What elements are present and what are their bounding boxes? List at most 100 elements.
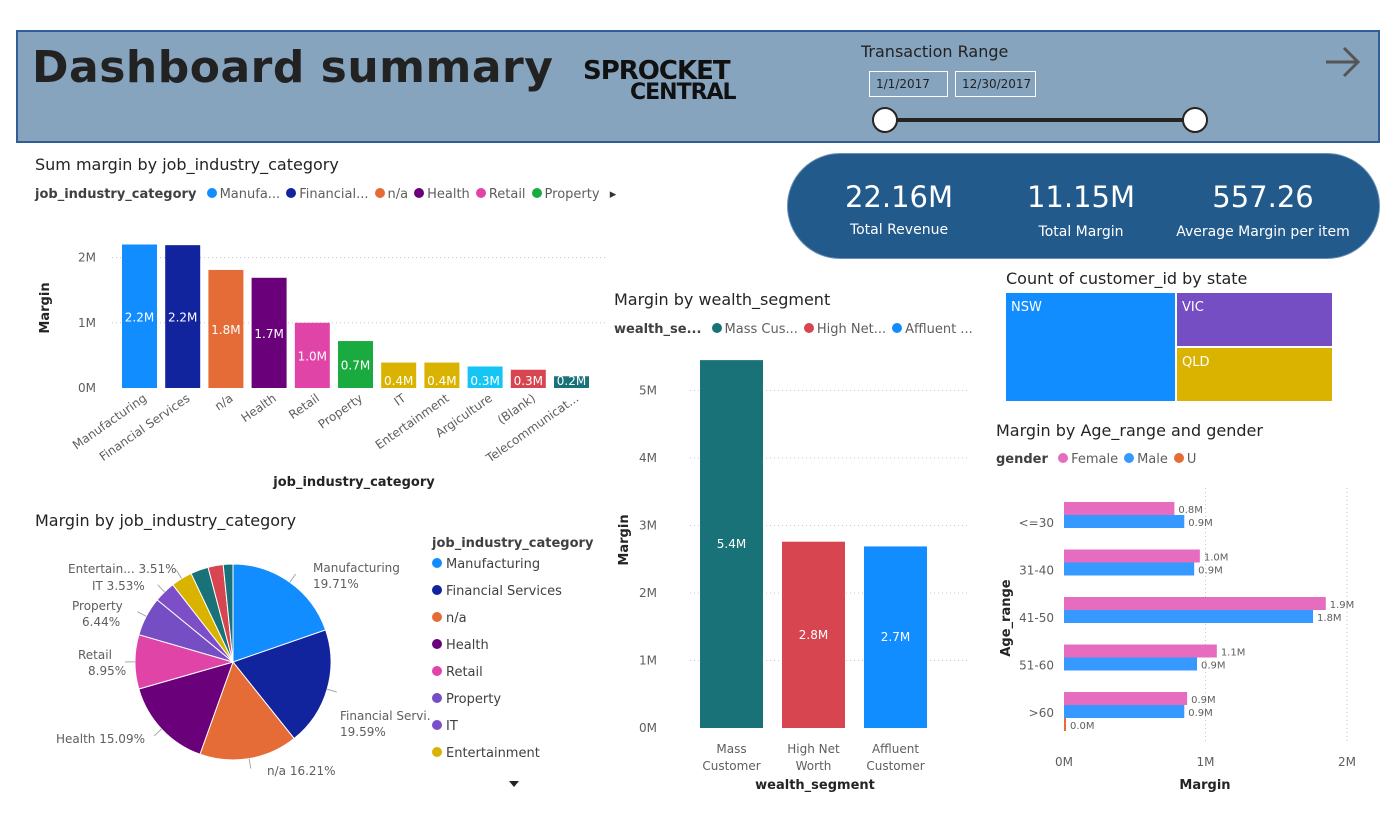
bar bbox=[1064, 718, 1066, 731]
slider-end-handle[interactable] bbox=[1182, 107, 1208, 133]
legend-item[interactable]: U bbox=[1173, 452, 1196, 467]
bar bbox=[1064, 562, 1195, 576]
scroll-down-icon[interactable] bbox=[508, 779, 520, 789]
legend-item[interactable]: Property bbox=[531, 187, 600, 202]
industry-bar-title: Sum margin by job_industry_category bbox=[35, 155, 339, 174]
data-label: 0.4M bbox=[427, 374, 456, 388]
data-label: 0.9M bbox=[1198, 566, 1223, 577]
pie-label: Financial Servi... bbox=[340, 709, 430, 723]
leader-line bbox=[157, 584, 165, 593]
legend-item[interactable]: n/a bbox=[374, 187, 408, 202]
bar bbox=[1064, 705, 1185, 718]
wealth-bar-title: Margin by wealth_segment bbox=[614, 290, 831, 309]
bar bbox=[1064, 610, 1314, 623]
age-gender-bar-chart: 0M 1M 2M <=30 0.8M 0.9M 31-40 1.0M 0.9M 41-50 1.9M… bbox=[999, 488, 1356, 793]
legend-item[interactable]: Mass Cus... bbox=[711, 322, 798, 337]
legend-dot bbox=[711, 323, 722, 333]
legend-item[interactable]: Manufacturing bbox=[432, 557, 592, 584]
x-tick-label: 2M bbox=[1338, 755, 1356, 769]
y-tick-label: 1M bbox=[639, 654, 657, 668]
x-tick-label: Health bbox=[239, 391, 279, 425]
bar bbox=[1064, 515, 1185, 528]
slider-start-handle[interactable] bbox=[872, 107, 898, 133]
date-range-slider[interactable] bbox=[868, 104, 1213, 138]
y-axis-title: Margin bbox=[617, 514, 632, 565]
industry-bar-chart: 0M1M2M2.2MManufacturing2.2MFinancial Ser… bbox=[38, 244, 605, 490]
y-tick-label: <=30 bbox=[1019, 516, 1054, 530]
legend-item[interactable]: Financial Services bbox=[432, 584, 592, 611]
data-label: 1.7M bbox=[254, 327, 283, 341]
y-tick-label: 31-40 bbox=[1019, 564, 1054, 578]
legend-item[interactable]: n/a bbox=[432, 611, 592, 638]
arrow-right-icon[interactable] bbox=[1320, 42, 1364, 82]
leader-line bbox=[248, 758, 252, 769]
legend-dot bbox=[432, 666, 442, 676]
pie-label: Health 15.09% bbox=[56, 732, 145, 746]
x-tick-label: Entertainment bbox=[373, 391, 452, 452]
data-label: 0.9M bbox=[1191, 695, 1216, 706]
legend-item[interactable]: Property bbox=[432, 692, 592, 719]
legend-label: Male bbox=[1137, 452, 1168, 467]
legend-dot bbox=[286, 188, 297, 198]
data-label: 2.7M bbox=[881, 630, 910, 644]
legend-item[interactable]: Male bbox=[1124, 452, 1168, 467]
y-tick-label: 41-50 bbox=[1019, 611, 1054, 625]
data-label: 0.4M bbox=[384, 374, 413, 388]
data-label: 0.0M bbox=[1070, 721, 1095, 732]
x-tick-label: 0M bbox=[1055, 755, 1073, 769]
legend-label: Manufa... bbox=[219, 187, 281, 202]
legend-item[interactable]: Health bbox=[414, 187, 470, 202]
legend-title: wealth_se... bbox=[614, 322, 702, 337]
x-axis-title: Margin bbox=[1179, 778, 1230, 793]
pie-label: Entertain... 3.51% bbox=[68, 562, 177, 576]
leader-line bbox=[326, 688, 337, 693]
pie-label-value: 19.59% bbox=[340, 725, 386, 739]
legend-title: gender bbox=[996, 452, 1048, 467]
legend-item[interactable]: High Net... bbox=[803, 322, 886, 337]
x-axis-title: job_industry_category bbox=[272, 475, 435, 490]
end-date-input[interactable]: 12/30/2017 bbox=[955, 71, 1036, 97]
legend-item[interactable]: Manufa... bbox=[206, 187, 281, 202]
x-tick-label: Customer bbox=[866, 759, 924, 773]
start-date-input[interactable]: 1/1/2017 bbox=[869, 71, 948, 97]
sprocket-central-logo: SPROCKET CENTRAL bbox=[583, 56, 737, 101]
legend-label: Property bbox=[544, 187, 600, 202]
legend-item[interactable]: IT bbox=[432, 719, 592, 746]
pie-label: Retail bbox=[78, 648, 112, 662]
legend-label: Property bbox=[446, 692, 502, 707]
x-axis-title: wealth_segment bbox=[755, 778, 875, 793]
legend-item[interactable]: Female bbox=[1058, 452, 1118, 467]
total-revenue-value: 22.16M bbox=[844, 180, 954, 214]
bar bbox=[1064, 549, 1200, 563]
bar bbox=[1064, 657, 1198, 671]
legend-item[interactable]: Retail bbox=[475, 187, 526, 202]
legend-item[interactable]: Retail bbox=[432, 665, 592, 692]
legend-label: Financial... bbox=[299, 187, 369, 202]
industry-bar-legend: job_industry_category Manufa... Financial… bbox=[35, 187, 616, 202]
legend-next-icon[interactable]: ▸ bbox=[610, 187, 617, 202]
legend-item[interactable]: Health bbox=[432, 638, 592, 665]
pie-label-value: 8.95% bbox=[88, 664, 126, 678]
age-gender-title: Margin by Age_range and gender bbox=[996, 421, 1263, 440]
wealth-bar-chart: 0M 1M 2M 3M 4M 5M 5.4M Mass Customer 2.8M High Net… bbox=[617, 360, 970, 793]
legend-dot bbox=[531, 188, 542, 198]
legend-label: Entertainment bbox=[446, 746, 540, 761]
data-label: 5.4M bbox=[717, 537, 746, 551]
pie-label: IT 3.53% bbox=[92, 579, 145, 593]
state-treemap: NSW VIC QLD bbox=[1006, 293, 1332, 401]
legend-item[interactable]: Entertainment bbox=[432, 746, 592, 773]
data-label: 1.9M bbox=[1330, 600, 1355, 611]
avg-margin-label: Average Margin per item bbox=[1176, 224, 1350, 240]
legend-item[interactable]: Affluent ... bbox=[892, 322, 973, 337]
data-label: 1.1M bbox=[1221, 648, 1246, 659]
legend-label: IT bbox=[446, 719, 458, 734]
y-tick-label: 51-60 bbox=[1019, 659, 1054, 673]
legend-label: Financial Services bbox=[446, 584, 562, 599]
transaction-range-label: Transaction Range bbox=[861, 42, 1009, 61]
legend-dot bbox=[432, 720, 442, 730]
logo-text-2: CENTRAL bbox=[630, 80, 737, 101]
legend-item[interactable]: Financial... bbox=[286, 187, 369, 202]
legend-label: Health bbox=[427, 187, 470, 202]
treemap-label: NSW bbox=[1011, 300, 1042, 315]
treemap-label: VIC bbox=[1182, 300, 1204, 315]
